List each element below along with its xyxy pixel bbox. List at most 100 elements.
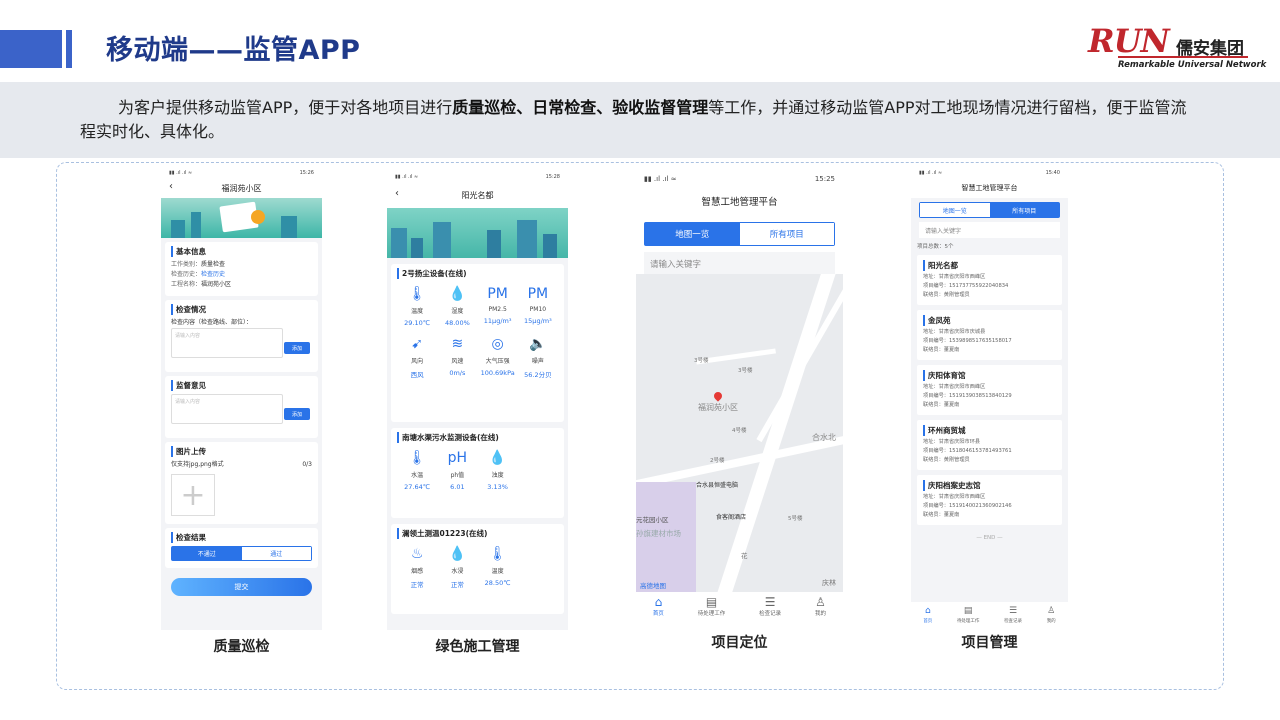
page-title: 移动端——监管APP — [106, 35, 361, 66]
user-icon: ♙ — [815, 594, 826, 609]
nav-records[interactable]: ☰ 检查记录 — [1004, 605, 1022, 624]
phone-quality-inspection: ▮▮ .ıl .ıl ≈15:26 ‹ 福润苑小区 基本信息 工作类别：质量检查… — [161, 168, 322, 630]
history-link[interactable]: 检查历史 — [201, 271, 225, 278]
project-address: 地址：甘肃省庆阳市西峰区 — [923, 384, 986, 390]
nav-profile[interactable]: ♙ 我的 — [815, 594, 826, 617]
noise-icon: 🔈 — [529, 336, 547, 352]
water-temp-icon: 🌡 — [408, 450, 427, 466]
project-card[interactable]: 金凤苑 地址：甘肃省庆阳市庆城县 项目编号：1539898517635158017 联… — [917, 310, 1062, 360]
inspection-input[interactable]: 请输入内容 — [171, 328, 283, 358]
logo-mark: RUN — [1088, 22, 1170, 60]
caption-quality: 质量巡检 — [213, 639, 270, 655]
nav-pending[interactable]: ▤ 待处理工作 — [698, 594, 726, 617]
status-bar: ▮▮ .ıl .ıl ≈15:25 — [636, 172, 843, 186]
project-card[interactable]: 阳光名都 地址：甘肃省庆阳市西峰区 项目编号：15173775592204083​4… — [917, 255, 1062, 305]
nav-bar: ‹ 阳光名都 — [387, 182, 568, 208]
bottom-nav: ⌂ 首页 ▤ 待处理工作 ☰ 检查记录 ♙ 我的 — [911, 602, 1068, 626]
project-card[interactable]: 庆阳体育馆 地址：甘肃省庆阳市西峰区 项目编号：151913903851384012… — [917, 365, 1062, 415]
inspection-card: 检查情况 检查内容（检查路线、部位）： 请输入内容 添加 — [165, 300, 318, 372]
intro-banner: 为客户提供移动监管APP，便于对各地项目进行质量巡检、日常检查、验收监督管理等工… — [0, 82, 1280, 158]
pass-option[interactable]: 通过 — [241, 547, 311, 560]
tab-all-projects[interactable]: 所有项目 — [989, 203, 1059, 217]
add-inspection-button[interactable]: 添加 — [284, 342, 310, 354]
submit-button[interactable]: 提交 — [171, 578, 312, 596]
dust-device-card: 2号扬尘设备(在线) 🌡 温度 29.10℃ 💧 湿度 48.00% PM PM2.5 11μg… — [391, 264, 564, 422]
list-icon: ☰ — [1009, 605, 1018, 616]
nav-pending[interactable]: ▤ 待处理工作 — [957, 605, 980, 624]
logo-tagline: Remarkable Universal Network — [1118, 60, 1267, 70]
document-icon: ▤ — [705, 594, 718, 609]
back-arrow-icon[interactable]: ‹ — [169, 181, 173, 192]
water-metrics: 🌡 水温 27.64℃ pH ph值 6.01 💧 浊度 3.13% — [397, 449, 558, 491]
metric-item: PM PM2.5 11μg/m³ — [478, 285, 518, 327]
back-arrow-icon[interactable]: ‹ — [395, 188, 399, 199]
view-tabs: 地图一览 所有项目 — [919, 202, 1060, 218]
search-input[interactable]: 请输入关键字 — [919, 222, 1060, 238]
turbidity-icon: 💧 — [488, 450, 507, 466]
project-code: 项目编号：1519139038513840129 — [923, 393, 1012, 399]
project-name: 庆阳档案史志馆 — [923, 480, 1056, 491]
project-address: 地址：甘肃省庆阳市西峰区 — [923, 274, 986, 280]
intro-text: 为客户提供移动监管APP，便于对各地项目进行质量巡检、日常检查、验收监督管理等工… — [80, 98, 1187, 141]
project-name: 金凤苑 — [923, 315, 1056, 326]
project-address: 地址：甘肃省庆阳市西峰区 — [923, 494, 986, 500]
project-card[interactable]: 庆阳档案史志馆 地址：甘肃省庆阳市西峰区 项目编号：1519140021360902… — [917, 475, 1062, 525]
add-opinion-button[interactable]: 添加 — [284, 408, 310, 420]
user-icon: ♙ — [1047, 605, 1056, 616]
opinion-input[interactable]: 请输入内容 — [171, 394, 283, 424]
search-input[interactable]: 请输入关键字 — [644, 252, 835, 276]
phone-project-location: ▮▮ .ıl .ıl ≈15:25 智慧工地管理平台 地图一览 所有项目 请输入… — [636, 172, 843, 620]
project-total: 项目总数：5个 — [917, 244, 954, 250]
project-name: 阳光名都 — [923, 260, 1056, 271]
nav-bar: ‹ 福润苑小区 — [161, 178, 322, 198]
add-image-button[interactable]: + — [171, 474, 215, 516]
metric-item: ♨ 烟感 正常 — [397, 545, 437, 589]
nav-home[interactable]: ⌂ 首页 — [653, 595, 664, 617]
screen-title: 智慧工地管理平台 — [961, 184, 1018, 192]
banner-illustration — [161, 198, 322, 238]
caption-location: 项目定位 — [711, 635, 768, 651]
nav-bar: 智慧工地管理平台 — [636, 186, 843, 216]
intro-highlight: 质量巡检、日常检查、验收监督管理 — [452, 98, 709, 117]
metric-item: 🔈 噪声 56.2分贝 — [518, 335, 558, 379]
metric-item: 🌡 温度 29.10℃ — [397, 285, 437, 327]
status-bar: ▮▮ .ıl .ıl ≈15:40 — [911, 168, 1068, 178]
map-brand: 高德地图 — [640, 582, 666, 590]
nav-home[interactable]: ⌂ 首页 — [923, 605, 932, 624]
fail-option[interactable]: 不通过 — [172, 547, 242, 560]
tab-map[interactable]: 地图一览 — [920, 203, 990, 217]
metric-item: 💧 浊度 3.13% — [478, 449, 518, 491]
metric-item: ➹ 风向 西风 — [397, 335, 437, 379]
phone-project-management: ▮▮ .ıl .ıl ≈15:40 智慧工地管理平台 地图一览 所有项目 请输入… — [911, 168, 1068, 626]
location-pin-icon[interactable] — [712, 390, 724, 402]
project-card[interactable]: 环州商贸城 地址：甘肃省庆阳市环县 项目编号：1518046153781493761… — [917, 420, 1062, 470]
screen-title: 智慧工地管理平台 — [701, 197, 778, 208]
metric-item: ◎ 大气压强 100.69kPa — [478, 335, 518, 379]
project-contact: 联络员：黄刚管理员 — [923, 292, 970, 298]
map-view[interactable]: 3号楼 3号楼 福润苑小区 4号楼 2号楼 合水北 合水县恒盛电脑 食客阁酒店 … — [636, 274, 843, 592]
logo-underline — [1118, 56, 1248, 58]
project-code: 项目编号：1539898517635158017 — [923, 338, 1012, 344]
caption-green: 绿色施工管理 — [435, 639, 520, 655]
result-card: 检查结果 不通过 通过 — [165, 528, 318, 568]
humidity-icon: 💧 — [448, 286, 467, 302]
smoke-icon: ♨ — [410, 546, 424, 562]
nav-records[interactable]: ☰ 检查记录 — [759, 594, 781, 617]
metric-item: 💧 水浸 正常 — [437, 545, 477, 589]
screen-title: 阳光名都 — [461, 190, 494, 200]
pressure-icon: ◎ — [491, 336, 504, 352]
metric-item: pH ph值 6.01 — [437, 449, 477, 491]
poi-hotel: 食客阁酒店 — [716, 514, 747, 521]
bottom-nav: ⌂ 首页 ▤ 待处理工作 ☰ 检查记录 ♙ 我的 — [636, 592, 843, 620]
metric-item: ≋ 风速 0m/s — [437, 335, 477, 379]
tab-all-projects[interactable]: 所有项目 — [739, 223, 834, 245]
project-list: 阳光名都 地址：甘肃省庆阳市西峰区 项目编号：15173775592204083​4… — [911, 255, 1068, 525]
project-contact: 联络员：董夏南 — [923, 347, 960, 353]
company-logo: RUN 儒安集团 Remarkable Universal Network — [1088, 22, 1266, 72]
header-accent-bar-thin — [66, 30, 72, 68]
tab-map[interactable]: 地图一览 — [645, 223, 740, 245]
list-icon: ☰ — [764, 594, 776, 609]
nav-profile[interactable]: ♙ 我的 — [1047, 605, 1056, 624]
metric-item: 💧 湿度 48.00% — [437, 285, 477, 327]
header-accent-bar — [0, 30, 62, 68]
